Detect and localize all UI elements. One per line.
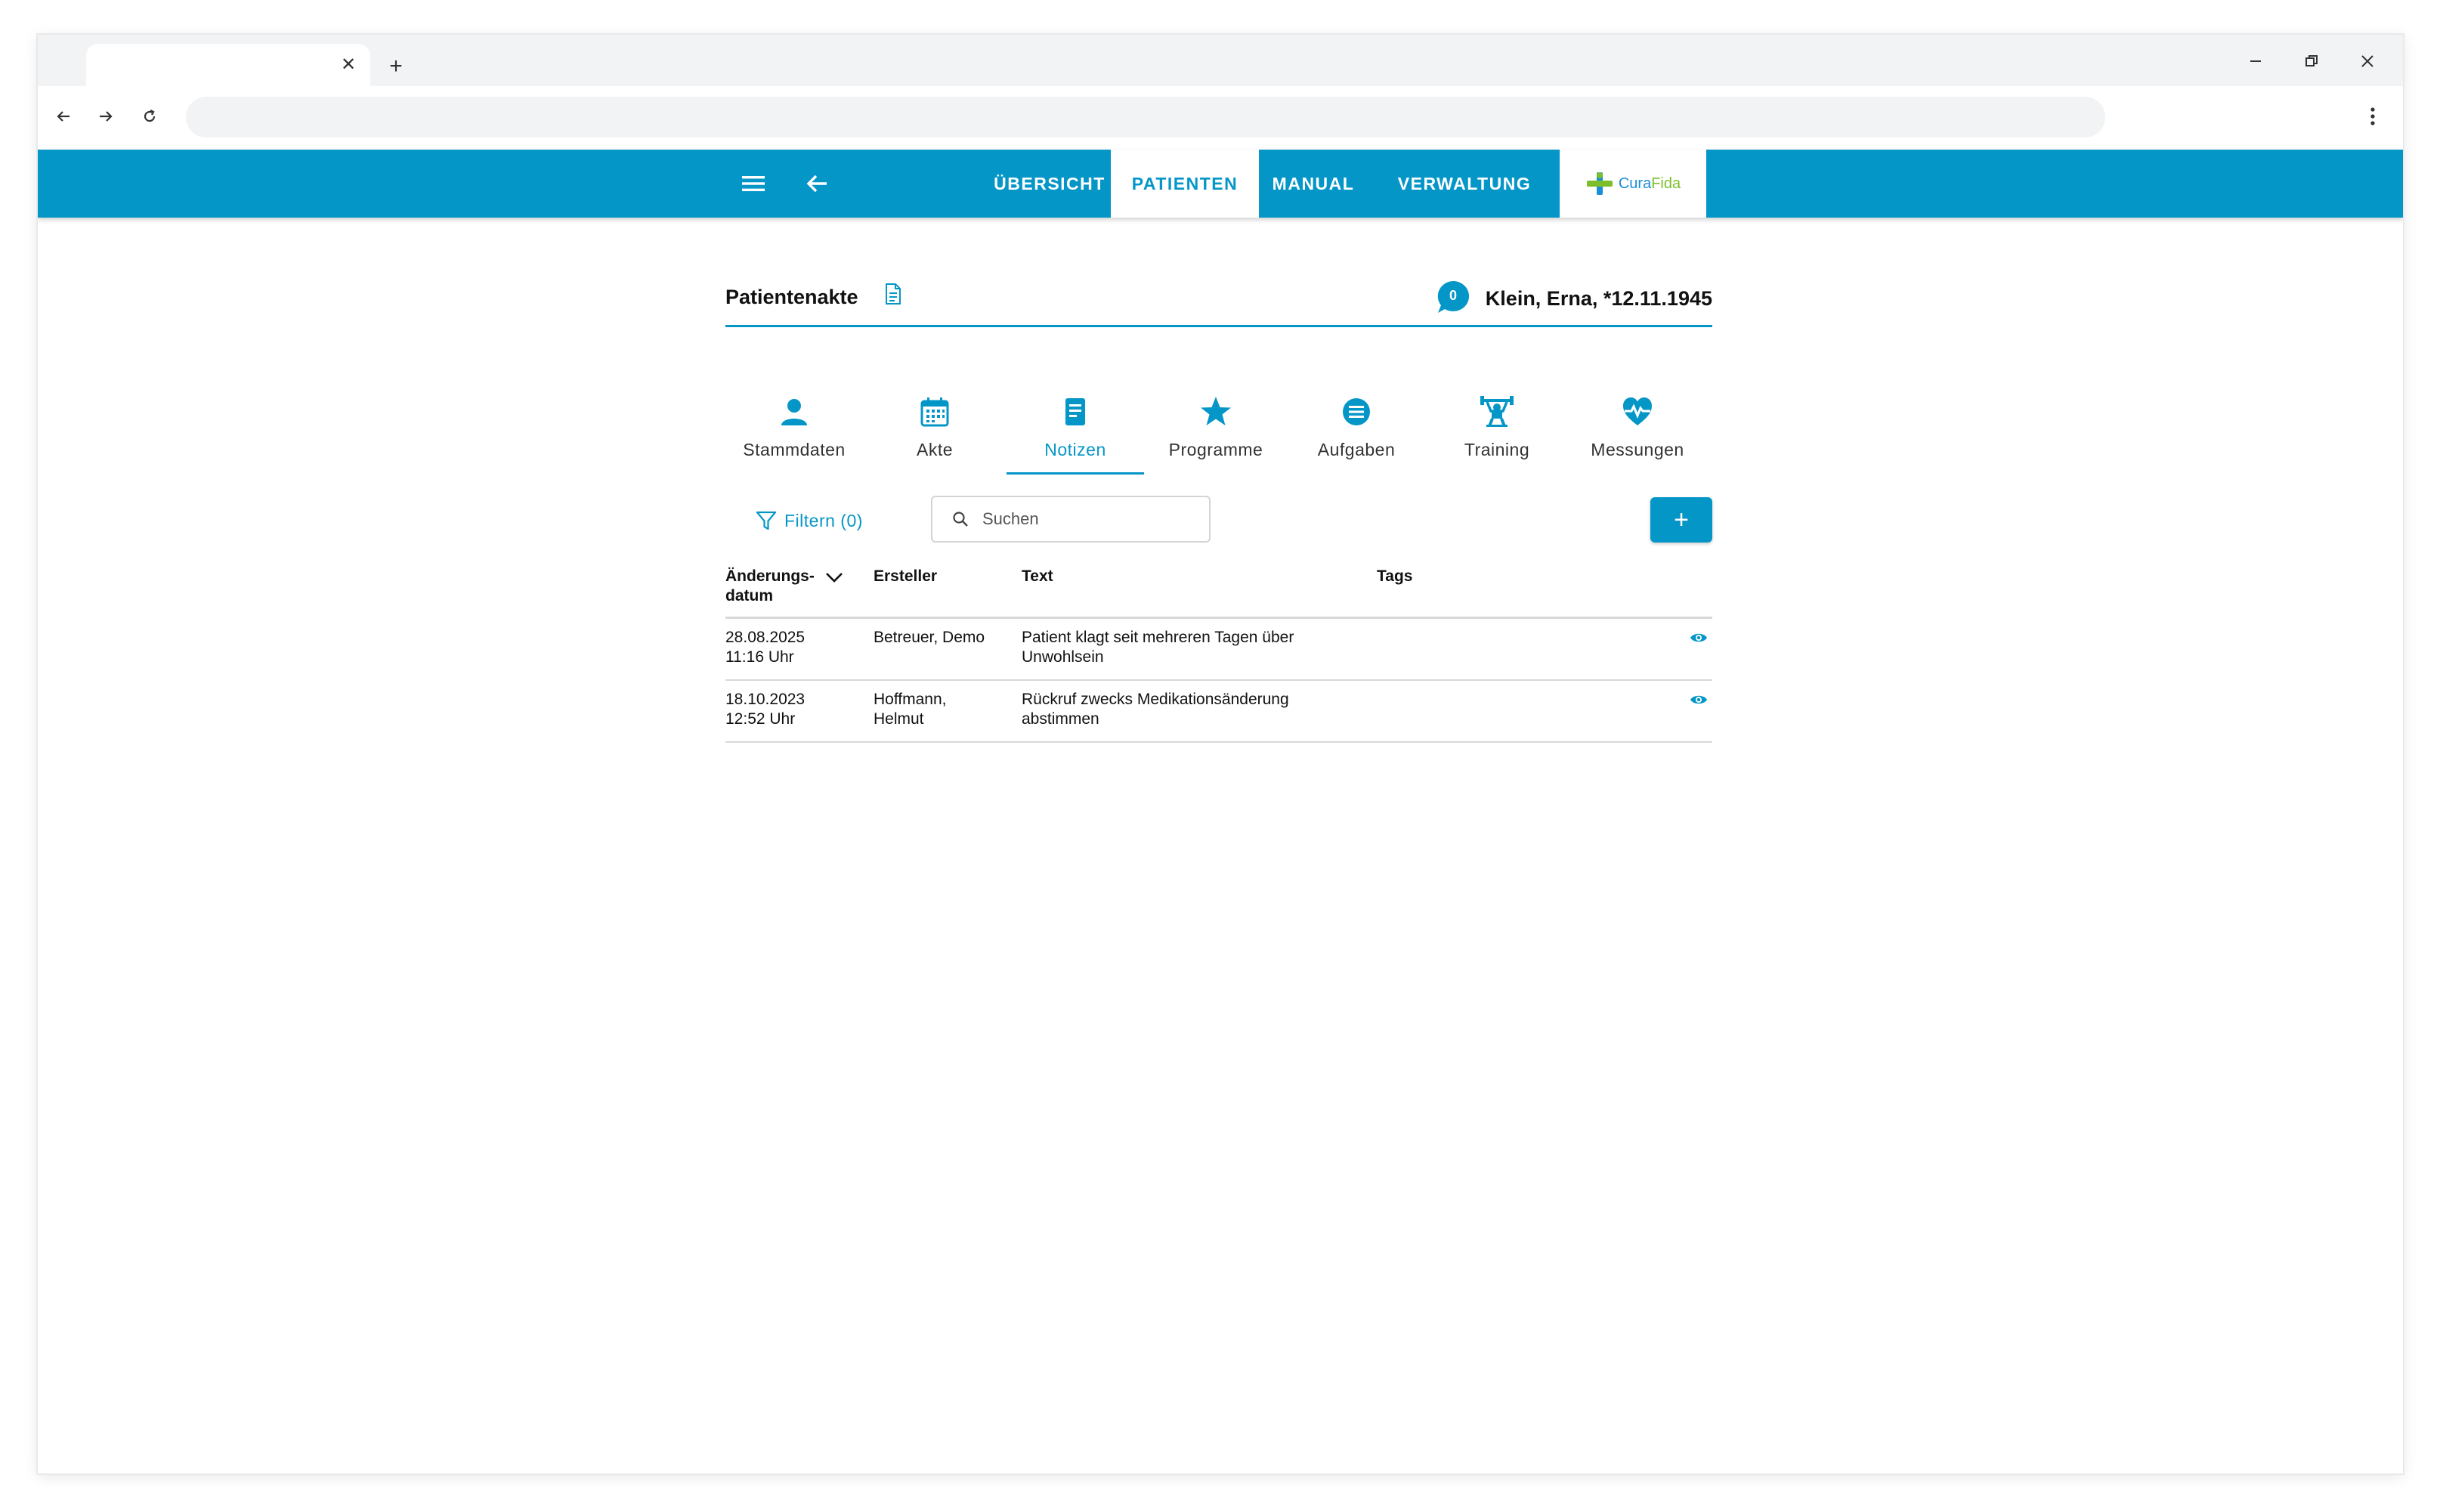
tab-label: Aufgaben [1317, 440, 1396, 459]
back-arrow-icon[interactable] [799, 166, 834, 201]
cell-author: Betreuer, Demo [874, 629, 985, 646]
cell-author: Hoffmann, Helmut [874, 691, 947, 728]
list-icon [1339, 394, 1374, 429]
table-header: Änderungs- datum Ersteller Text Tags [725, 564, 1712, 619]
nav-manual[interactable]: MANUAL [1262, 150, 1365, 218]
column-header-tags[interactable]: Tags [1377, 567, 1412, 586]
back-icon[interactable] [47, 100, 80, 133]
browser-window: ✕ + ÜBERSICHT PATIENTEN MANUAL VERWALTUN… [38, 35, 2403, 1473]
tab-label: Programme [1168, 440, 1263, 459]
close-window-icon[interactable] [2339, 42, 2395, 80]
tab-label: Akte [916, 440, 954, 459]
tab-aufgaben[interactable]: Aufgaben [1288, 384, 1425, 475]
cell-date: 18.10.2023 12:52 Uhr [725, 691, 806, 728]
hamburger-menu-icon[interactable] [736, 166, 771, 201]
app-header: ÜBERSICHT PATIENTEN MANUAL VERWALTUNG Cu… [38, 150, 2403, 218]
nav-uebersicht[interactable]: ÜBERSICHT [975, 150, 1124, 218]
browser-menu-icon[interactable] [2356, 100, 2389, 133]
messages-badge[interactable]: 0 [1436, 280, 1470, 314]
tab-label: Messungen [1591, 440, 1684, 459]
tab-training[interactable]: Training [1428, 384, 1566, 475]
column-header-text[interactable]: Text [1022, 567, 1053, 586]
sort-chevron-down-icon[interactable] [825, 571, 843, 587]
cell-text: Patient klagt seit mehreren Tagen über U… [1022, 629, 1294, 666]
search-input[interactable] [981, 509, 1195, 530]
heart-pulse-icon [1620, 394, 1655, 429]
tab-stammdaten[interactable]: Stammdaten [725, 384, 863, 475]
view-eye-icon[interactable] [1690, 693, 1709, 708]
reload-icon[interactable] [133, 100, 166, 133]
tab-notizen[interactable]: Notizen [1007, 384, 1144, 475]
nav-verwaltung[interactable]: VERWALTUNG [1389, 150, 1540, 218]
new-tab-icon[interactable]: + [381, 51, 411, 82]
browser-tab[interactable]: ✕ [86, 44, 370, 86]
record-header: Patientenakte 0 Klein, Erna, *12.11.1945 [725, 246, 1712, 327]
page-title: Patientenakte [725, 286, 858, 308]
nav-patienten[interactable]: PATIENTEN [1111, 150, 1259, 218]
note-icon [1058, 394, 1093, 429]
logo-cross-icon [1586, 172, 1613, 195]
tab-strip: ✕ + [38, 35, 2403, 86]
tab-messungen[interactable]: Messungen [1569, 384, 1706, 475]
tab-programme[interactable]: Programme [1147, 384, 1285, 475]
search-icon [953, 512, 968, 527]
message-count: 0 [1449, 287, 1457, 303]
tab-label: Notizen [1044, 440, 1106, 459]
restore-icon[interactable] [2284, 42, 2339, 80]
table-row[interactable]: 28.08.2025 11:16 Uhr Betreuer, Demo Pati… [725, 619, 1712, 681]
filter-button[interactable]: Filtern (0) [756, 502, 863, 540]
tab-label: Training [1464, 440, 1530, 459]
column-header-date[interactable]: Änderungs- datum [725, 567, 815, 606]
filter-label: Filtern (0) [784, 510, 863, 530]
search-field[interactable] [931, 496, 1211, 543]
logo-text-fida: Fida [1651, 175, 1681, 192]
record-tabs: Stammdaten Akte Notizen Programme Aufgab… [725, 384, 1712, 475]
document-icon[interactable] [884, 283, 907, 308]
view-eye-icon[interactable] [1690, 631, 1709, 646]
minimize-icon[interactable] [2228, 42, 2284, 80]
cell-date: 28.08.2025 11:16 Uhr [725, 629, 806, 666]
cell-text: Rückruf zwecks Medikationsänderung absti… [1022, 691, 1289, 728]
table-row[interactable]: 18.10.2023 12:52 Uhr Hoffmann, Helmut Rü… [725, 681, 1712, 743]
add-note-button[interactable]: + [1650, 497, 1712, 543]
star-icon [1198, 394, 1233, 429]
address-bar[interactable] [186, 97, 2105, 138]
column-header-author[interactable]: Ersteller [874, 567, 937, 586]
logo-text-cura: Cura [1618, 175, 1652, 192]
forward-icon[interactable] [89, 100, 122, 133]
person-icon [777, 394, 812, 429]
window-controls [2228, 42, 2395, 80]
curafida-logo[interactable]: CuraFida [1560, 150, 1706, 218]
browser-toolbar [38, 86, 2403, 147]
training-icon [1480, 394, 1514, 429]
close-tab-icon[interactable]: ✕ [336, 51, 361, 77]
tab-label: Stammdaten [743, 440, 846, 459]
patient-name: Klein, Erna, *12.11.1945 [1485, 287, 1712, 310]
notes-table: Änderungs- datum Ersteller Text Tags 28.… [725, 564, 1712, 743]
filter-icon [756, 511, 777, 530]
calendar-icon [917, 394, 952, 429]
tab-akte[interactable]: Akte [866, 384, 1003, 475]
